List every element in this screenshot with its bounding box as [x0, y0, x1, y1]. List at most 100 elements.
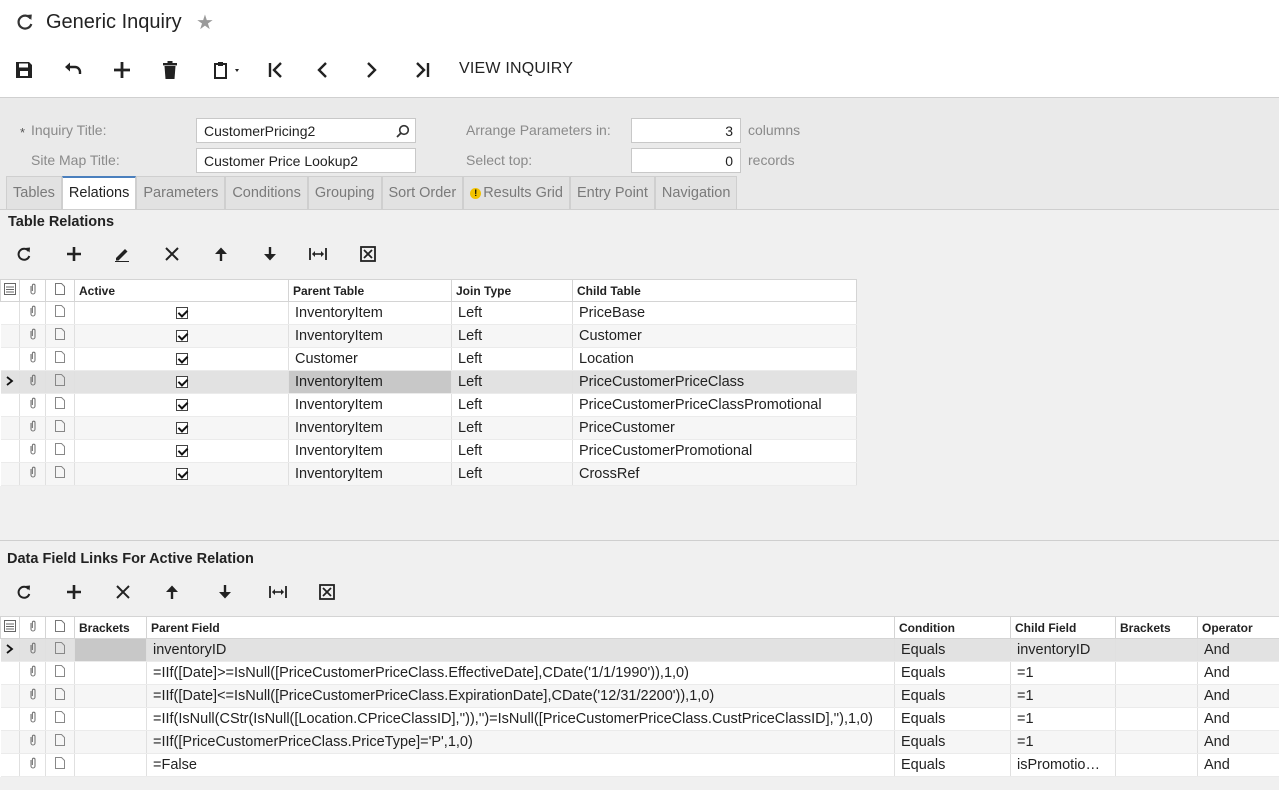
site-map-title-field[interactable]: Customer Price Lookup2	[196, 148, 416, 173]
tab-parameters[interactable]: Parameters	[136, 176, 226, 209]
parent-field-cell[interactable]: =IIf([Date]>=IsNull([PriceCustomerPriceC…	[146, 661, 895, 685]
operator-cell[interactable]: And	[1197, 753, 1279, 777]
brackets-open-cell[interactable]	[74, 638, 147, 662]
save-button[interactable]	[12, 58, 36, 82]
operator-cell[interactable]: And	[1197, 661, 1279, 685]
active-checkbox[interactable]	[175, 422, 188, 435]
operator-cell[interactable]: And	[1197, 684, 1279, 708]
child-table-cell[interactable]: Customer	[572, 324, 857, 348]
grid-settings-icon[interactable]	[0, 616, 20, 639]
row-attachment[interactable]	[19, 370, 46, 394]
row-selector[interactable]	[0, 301, 20, 325]
brackets-close-cell[interactable]	[1115, 661, 1198, 685]
brackets-open-cell[interactable]	[74, 707, 147, 731]
condition-cell[interactable]: Equals	[894, 684, 1011, 708]
links-move-down-button[interactable]	[213, 580, 237, 604]
relations-edit-button[interactable]	[110, 242, 134, 266]
field-link-row[interactable]: =IIf([PriceCustomerPriceClass.PriceType]…	[0, 730, 1279, 754]
favorite-star-icon[interactable]: ★	[196, 10, 214, 35]
parent-table-cell[interactable]: Customer	[288, 347, 452, 371]
child-table-cell[interactable]: Location	[572, 347, 857, 371]
active-checkbox-cell[interactable]	[74, 416, 289, 440]
relations-export-excel-button[interactable]	[356, 242, 380, 266]
tab-grouping[interactable]: Grouping	[307, 176, 382, 209]
col-child-field[interactable]: Child Field	[1010, 616, 1116, 639]
row-note[interactable]	[45, 301, 75, 325]
active-checkbox[interactable]	[175, 330, 188, 343]
row-note[interactable]	[45, 730, 75, 754]
row-note[interactable]	[45, 462, 75, 486]
parent-table-cell[interactable]: InventoryItem	[288, 416, 452, 440]
brackets-close-cell[interactable]	[1115, 638, 1198, 662]
links-move-up-button[interactable]	[160, 580, 184, 604]
delete-button[interactable]	[158, 58, 182, 82]
col-brackets-open[interactable]: Brackets	[74, 616, 147, 639]
search-icon[interactable]	[396, 124, 410, 138]
brackets-open-cell[interactable]	[74, 684, 147, 708]
row-attachment[interactable]	[19, 462, 46, 486]
row-note[interactable]	[45, 638, 75, 662]
tab-conditions[interactable]: Conditions	[225, 176, 308, 209]
active-checkbox-cell[interactable]	[74, 347, 289, 371]
relation-row[interactable]: InventoryItem Left Customer	[0, 324, 857, 348]
relations-move-up-button[interactable]	[209, 242, 233, 266]
parent-table-cell[interactable]: InventoryItem	[288, 301, 452, 325]
field-link-row[interactable]: inventoryID Equals inventoryID And	[0, 638, 1279, 662]
join-type-cell[interactable]: Left	[451, 393, 573, 417]
parent-field-cell[interactable]: =False	[146, 753, 895, 777]
parent-field-cell[interactable]: =IIf([Date]<=IsNull([PriceCustomerPriceC…	[146, 684, 895, 708]
relations-delete-button[interactable]	[160, 242, 184, 266]
child-table-cell[interactable]: PriceCustomer	[572, 416, 857, 440]
join-type-cell[interactable]: Left	[451, 462, 573, 486]
child-table-cell[interactable]: PriceCustomerPriceClass	[572, 370, 857, 394]
child-field-cell[interactable]: =1	[1010, 661, 1116, 685]
row-selector[interactable]	[0, 393, 20, 417]
first-record-button[interactable]	[264, 58, 288, 82]
child-field-cell[interactable]: =1	[1010, 730, 1116, 754]
tab-results-grid[interactable]: ! Results Grid	[463, 176, 570, 209]
links-export-excel-button[interactable]	[315, 580, 339, 604]
grid-settings-icon[interactable]	[0, 279, 20, 302]
relations-add-button[interactable]	[62, 242, 86, 266]
relations-move-down-button[interactable]	[258, 242, 282, 266]
join-type-cell[interactable]: Left	[451, 301, 573, 325]
row-note[interactable]	[45, 370, 75, 394]
brackets-close-cell[interactable]	[1115, 730, 1198, 754]
row-note[interactable]	[45, 753, 75, 777]
parent-table-cell[interactable]: InventoryItem	[288, 324, 452, 348]
child-field-cell[interactable]: inventoryID	[1010, 638, 1116, 662]
active-checkbox[interactable]	[175, 307, 188, 320]
relation-row[interactable]: InventoryItem Left CrossRef	[0, 462, 857, 486]
row-note[interactable]	[45, 416, 75, 440]
child-table-cell[interactable]: PriceBase	[572, 301, 857, 325]
active-checkbox-cell[interactable]	[74, 439, 289, 463]
active-checkbox[interactable]	[175, 376, 188, 389]
join-type-cell[interactable]: Left	[451, 439, 573, 463]
row-selector[interactable]	[0, 439, 20, 463]
brackets-open-cell[interactable]	[74, 730, 147, 754]
child-field-cell[interactable]: =1	[1010, 684, 1116, 708]
brackets-close-cell[interactable]	[1115, 684, 1198, 708]
child-field-cell[interactable]: =1	[1010, 707, 1116, 731]
col-active[interactable]: Active	[74, 279, 289, 302]
brackets-open-cell[interactable]	[74, 753, 147, 777]
tab-sort-order[interactable]: Sort Order	[381, 176, 464, 209]
row-note[interactable]	[45, 707, 75, 731]
tab-entry-point[interactable]: Entry Point	[569, 176, 655, 209]
relation-row[interactable]: InventoryItem Left PriceCustomer	[0, 416, 857, 440]
relation-row[interactable]: InventoryItem Left PriceCustomerPromotiona…	[0, 439, 857, 463]
relation-row[interactable]: InventoryItem Left PriceCustomerPriceClass…	[0, 393, 857, 417]
links-delete-button[interactable]	[111, 580, 135, 604]
operator-cell[interactable]: And	[1197, 730, 1279, 754]
inquiry-title-field[interactable]: CustomerPricing2	[196, 118, 416, 143]
relation-row[interactable]: InventoryItem Left PriceBase	[0, 301, 857, 325]
child-table-cell[interactable]: PriceCustomerPriceClassPromotional	[572, 393, 857, 417]
parent-field-cell[interactable]: =IIf([PriceCustomerPriceClass.PriceType]…	[146, 730, 895, 754]
parent-table-cell[interactable]: InventoryItem	[288, 439, 452, 463]
row-selector[interactable]	[0, 707, 20, 731]
row-attachment[interactable]	[19, 393, 46, 417]
row-attachment[interactable]	[19, 730, 46, 754]
next-record-button[interactable]	[359, 58, 383, 82]
condition-cell[interactable]: Equals	[894, 730, 1011, 754]
tab-navigation[interactable]: Navigation	[654, 176, 738, 209]
